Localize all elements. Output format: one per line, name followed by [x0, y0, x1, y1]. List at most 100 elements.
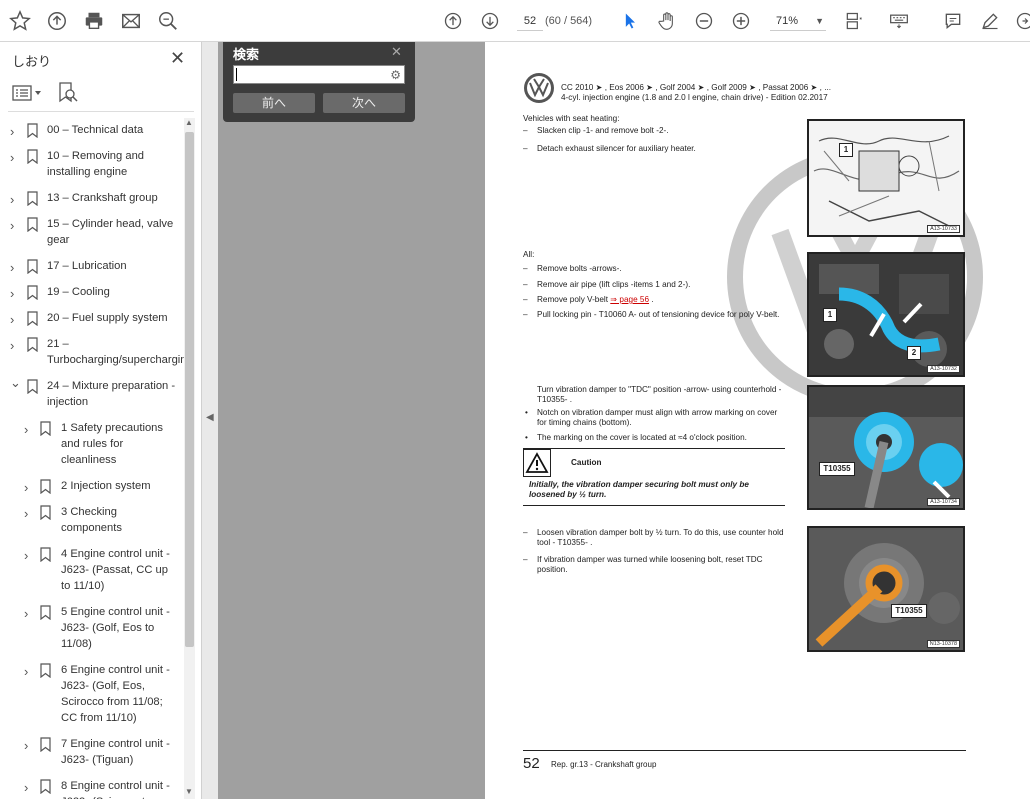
keyboard-icon[interactable] — [887, 9, 911, 33]
figure-callout: 2 — [907, 346, 921, 360]
bookmark-icon — [27, 149, 38, 165]
chevron-right-icon[interactable]: › — [24, 664, 28, 679]
gear-icon[interactable]: ⚙ — [390, 68, 401, 82]
pen-icon[interactable] — [978, 9, 1002, 33]
bookmark-icon — [40, 505, 51, 521]
bookmark-item[interactable]: › 8 Engine control unit -J623- (Scirocco … — [0, 778, 184, 799]
figure-counterhold-tool: T10355 N13-10378 — [807, 526, 965, 652]
chevron-right-icon[interactable]: › — [24, 780, 28, 795]
zoom-out-icon[interactable] — [692, 9, 716, 33]
bookmark-item[interactable]: › 17 – Lubrication — [0, 258, 184, 275]
bookmark-icon — [40, 547, 51, 563]
scrollbar-thumb[interactable] — [185, 132, 194, 647]
bookmark-item[interactable]: › 13 – Crankshaft group — [0, 190, 184, 207]
zoom-value: 71% — [776, 15, 799, 27]
chevron-right-icon[interactable]: › — [24, 738, 28, 753]
chevron-right-icon[interactable]: › — [10, 312, 14, 327]
close-icon[interactable]: ✕ — [391, 44, 402, 60]
find-panel: 検索 ✕ ⚙ 前へ 次へ — [223, 42, 415, 122]
find-title: 検索 — [233, 47, 260, 62]
bookmark-icon — [27, 311, 38, 327]
bullet: • — [525, 408, 528, 417]
print-icon[interactable] — [82, 9, 106, 33]
bookmark-options-button[interactable] — [12, 84, 44, 102]
bookmark-item[interactable]: ⌄ 24 – Mixture preparation - injection — [0, 375, 184, 410]
comment-icon[interactable] — [941, 9, 965, 33]
figure-engine-heater: 1 A13-10733 — [807, 119, 965, 237]
section-title: All: — [523, 250, 535, 259]
bookmark-item[interactable]: › 5 Engine control unit -J623- (Golf, Eos… — [0, 604, 184, 652]
panel-title: しおり — [12, 54, 52, 69]
page-number-input[interactable]: 52 — [517, 12, 543, 31]
find-input[interactable]: ⚙ — [233, 65, 405, 84]
bullet: • — [525, 433, 528, 442]
scroll-up-icon[interactable]: ▲ — [185, 118, 193, 127]
bookmark-item[interactable]: › 15 – Cylinder head, valve gear — [0, 216, 184, 248]
chevron-right-icon[interactable]: › — [10, 150, 14, 165]
chevron-right-icon[interactable]: › — [10, 124, 14, 139]
find-previous-button[interactable]: 前へ — [233, 93, 315, 113]
chevron-right-icon[interactable]: › — [10, 338, 14, 353]
divider — [8, 111, 194, 112]
find-next-button[interactable]: 次へ — [323, 93, 405, 113]
scroll-down-icon[interactable]: ▼ — [185, 787, 193, 796]
bookmark-label: 8 Engine control unit -J623- (Scirocco t… — [61, 780, 170, 799]
upload-icon[interactable] — [45, 9, 69, 33]
bookmark-item[interactable]: › 20 – Fuel supply system — [0, 310, 184, 327]
list-dash: – — [523, 126, 528, 135]
bookmark-icon — [27, 337, 38, 353]
select-cursor-icon[interactable] — [618, 9, 642, 33]
bookmark-item[interactable]: › 7 Engine control unit -J623- (Tiguan) — [0, 736, 184, 768]
page-down-icon[interactable] — [478, 9, 502, 33]
figure-air-pipe: 1 2 A13-10732 — [807, 252, 965, 377]
chevron-right-icon[interactable]: › — [24, 422, 28, 437]
bookmark-icon — [40, 737, 51, 753]
bookmark-icon — [27, 259, 38, 275]
chevron-right-icon[interactable]: › — [24, 506, 28, 521]
close-icon[interactable]: ✕ — [170, 48, 185, 69]
list-item: Loosen vibration damper bolt by ½ turn. … — [537, 528, 784, 547]
zoom-search-icon[interactable] — [156, 9, 180, 33]
fit-page-icon[interactable] — [842, 9, 866, 33]
zoom-in-icon[interactable] — [729, 9, 753, 33]
bookmark-item[interactable]: › 6 Engine control unit -J623- (Golf, Eos… — [0, 662, 184, 726]
caution-box: Caution Initially, the vibration damper … — [523, 448, 785, 506]
bookmark-item[interactable]: › 3 Checking components — [0, 504, 184, 536]
bookmark-item[interactable]: › 1 Safety precautions and rules for clea… — [0, 420, 184, 468]
page-link[interactable]: ⇒ page 56 — [610, 295, 649, 304]
hand-icon[interactable] — [655, 9, 679, 33]
chevron-down-icon[interactable]: ⌄ — [10, 375, 21, 391]
bookmark-search-icon[interactable] — [58, 82, 78, 104]
zoom-select[interactable]: 71% ▼ — [770, 12, 826, 31]
bookmark-item[interactable]: › 2 Injection system — [0, 478, 184, 495]
bookmark-icon — [40, 605, 51, 621]
panel-collapse-handle[interactable]: ◀ — [202, 42, 218, 799]
chevron-right-icon[interactable]: › — [10, 192, 14, 207]
section-title: Vehicles with seat heating: — [523, 114, 620, 123]
list-dash: – — [523, 264, 528, 273]
chevron-right-icon[interactable]: › — [24, 548, 28, 563]
bookmark-icon — [27, 123, 38, 139]
bookmark-icon — [27, 217, 38, 233]
figure-callout: 1 — [823, 308, 837, 322]
figure-code: A13-10733 — [927, 225, 960, 233]
list-dash: – — [523, 555, 528, 564]
star-icon[interactable] — [8, 9, 32, 33]
chevron-right-icon[interactable]: › — [24, 480, 28, 495]
bookmark-item[interactable]: › 4 Engine control unit -J623- (Passat, C… — [0, 546, 184, 594]
bookmark-item[interactable]: › 21 – Turbocharging/supercharging — [0, 336, 184, 368]
main-toolbar: 52 (60 / 564) 71% ▼ — [0, 0, 1030, 42]
share-icon[interactable] — [1013, 9, 1030, 33]
bookmark-item[interactable]: › 00 – Technical data — [0, 122, 184, 139]
list-dash: – — [523, 295, 528, 304]
page-up-icon[interactable] — [441, 9, 465, 33]
chevron-right-icon[interactable]: › — [10, 286, 14, 301]
bookmark-item[interactable]: › 10 – Removing and installing engine — [0, 148, 184, 180]
bookmark-item[interactable]: › 19 – Cooling — [0, 284, 184, 301]
footer-page-number: 52 — [523, 755, 540, 772]
chevron-right-icon[interactable]: › — [10, 218, 14, 233]
doc-header-vehicles: CC 2010 ➤ , Eos 2006 ➤ , Golf 2004 ➤ , G… — [561, 83, 832, 92]
chevron-right-icon[interactable]: › — [10, 260, 14, 275]
mail-icon[interactable] — [119, 9, 143, 33]
chevron-right-icon[interactable]: › — [24, 606, 28, 621]
